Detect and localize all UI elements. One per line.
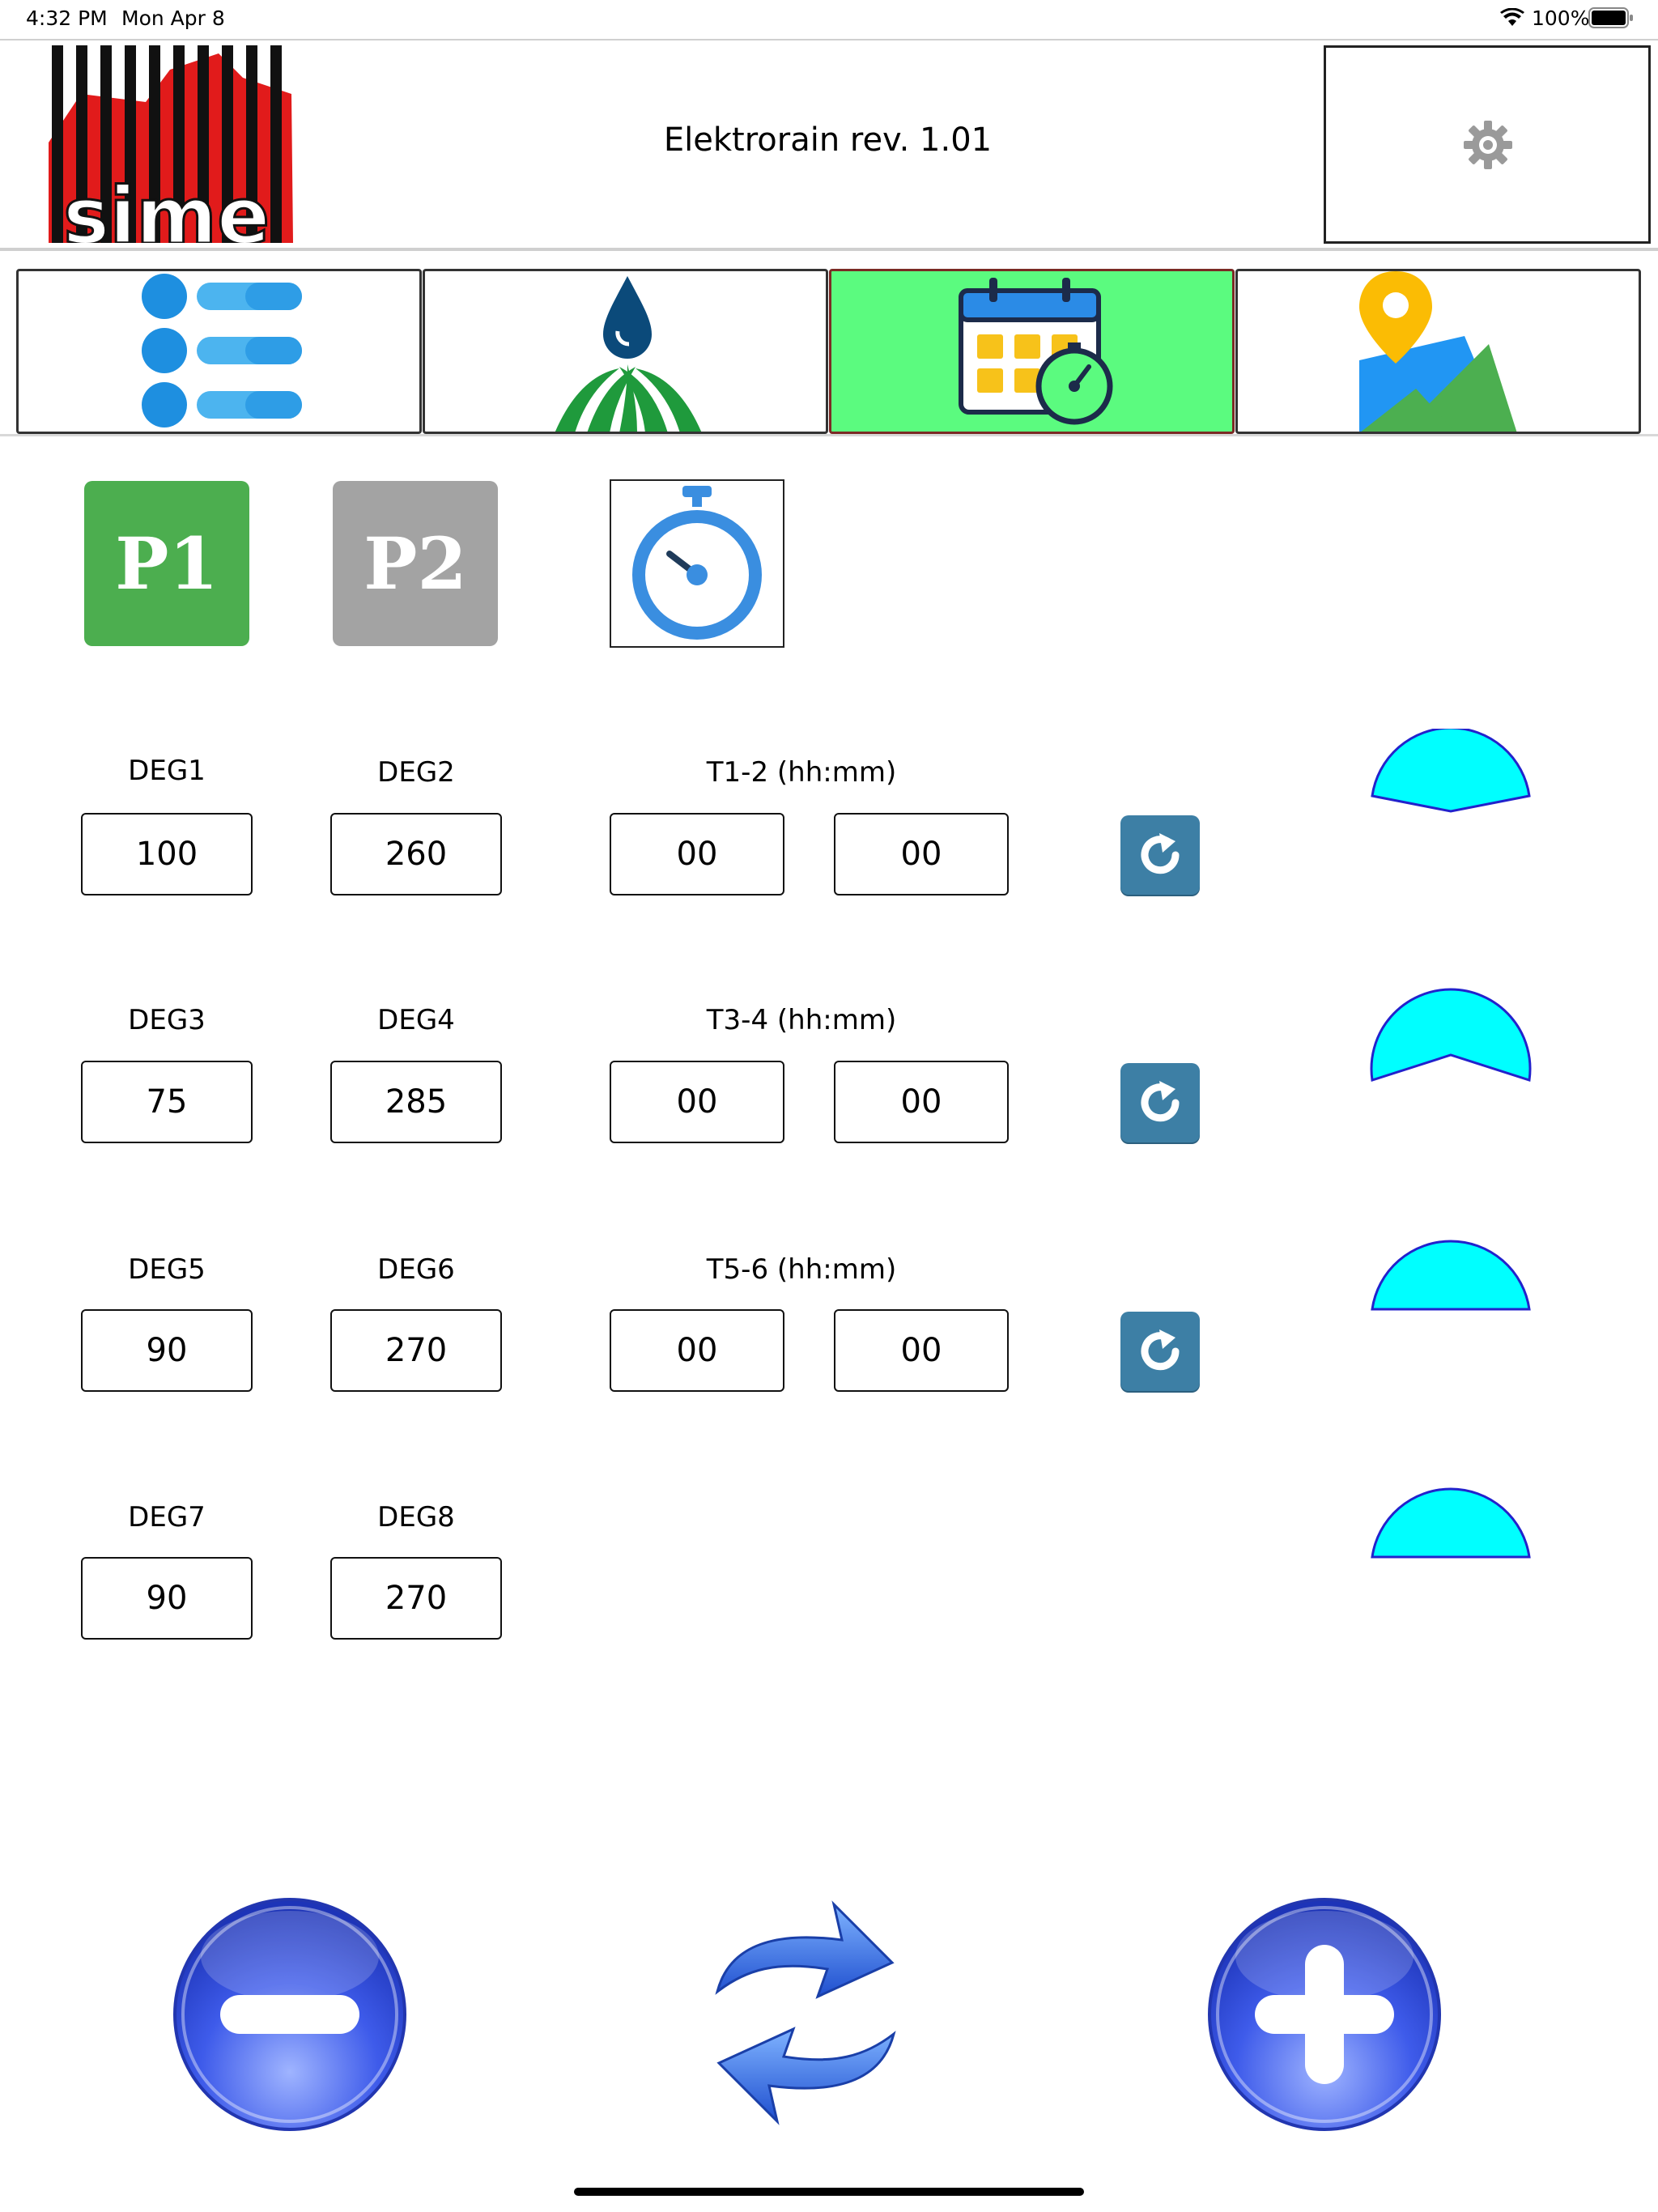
app-root: { "status_bar": { "time": "4:32 PM", "da… bbox=[0, 0, 1658, 2212]
sector-indicator-2 bbox=[1370, 988, 1532, 1082]
map-pin-icon bbox=[1359, 271, 1517, 432]
refresh-icon bbox=[1141, 833, 1180, 874]
sime-logo: sime bbox=[49, 45, 293, 243]
tab-map[interactable] bbox=[1235, 269, 1641, 434]
tab-schedule[interactable] bbox=[829, 269, 1235, 434]
settings-button[interactable] bbox=[1324, 45, 1651, 244]
deg1-label: DEG1 bbox=[128, 755, 206, 787]
stopwatch-button[interactable] bbox=[610, 479, 784, 648]
sector-indicator-4 bbox=[1371, 1487, 1531, 1559]
deg7-label: DEG7 bbox=[128, 1501, 206, 1534]
program-p2-button[interactable]: P2 bbox=[333, 481, 498, 646]
program-p1-button[interactable]: P1 bbox=[84, 481, 249, 646]
deg3-label: DEG3 bbox=[128, 1004, 206, 1036]
list-icon bbox=[142, 274, 302, 428]
deg4-field[interactable]: 285 bbox=[330, 1061, 502, 1143]
tab-irrigation[interactable] bbox=[423, 269, 828, 434]
row2-reset-button[interactable] bbox=[1120, 1063, 1200, 1142]
increment-button[interactable] bbox=[1203, 1893, 1446, 2136]
sync-arrows-icon bbox=[715, 1900, 896, 2125]
sector-indicator-3 bbox=[1371, 1240, 1531, 1311]
minus-icon bbox=[173, 1898, 406, 2131]
logo-wordmark: sime bbox=[63, 171, 270, 243]
deg7-field[interactable]: 90 bbox=[81, 1557, 253, 1640]
t34-minutes-field[interactable]: 00 bbox=[834, 1061, 1009, 1143]
deg6-field[interactable]: 270 bbox=[330, 1309, 502, 1392]
tab-row-divider bbox=[0, 434, 1658, 436]
tab-list[interactable] bbox=[16, 269, 422, 434]
row1-reset-button[interactable] bbox=[1120, 815, 1200, 895]
sector-indicator-1 bbox=[1371, 729, 1531, 813]
status-time: 4:32 PM bbox=[26, 6, 108, 30]
deg2-field[interactable]: 260 bbox=[330, 813, 502, 895]
t12-hours-field[interactable]: 00 bbox=[610, 813, 784, 895]
t56-minutes-field[interactable]: 00 bbox=[834, 1309, 1009, 1392]
t34-hours-field[interactable]: 00 bbox=[610, 1061, 784, 1143]
sync-button[interactable] bbox=[712, 1891, 899, 2134]
deg8-label: DEG8 bbox=[377, 1501, 455, 1534]
deg4-label: DEG4 bbox=[377, 1004, 455, 1036]
plus-icon bbox=[1208, 1898, 1441, 2131]
deg6-label: DEG6 bbox=[377, 1253, 455, 1286]
decrement-button[interactable] bbox=[168, 1893, 411, 2136]
deg5-field[interactable]: 90 bbox=[81, 1309, 253, 1392]
t56-hours-field[interactable]: 00 bbox=[610, 1309, 784, 1392]
gear-icon bbox=[1464, 121, 1512, 169]
refresh-icon bbox=[1141, 1329, 1180, 1371]
water-drop-grass-icon bbox=[555, 276, 702, 432]
battery-percent: 100% bbox=[1532, 6, 1590, 30]
t56-label: T5-6 (hh:mm) bbox=[706, 1253, 897, 1286]
deg2-label: DEG2 bbox=[377, 756, 455, 789]
stopwatch-icon bbox=[632, 486, 762, 640]
app-title: Elektrorain rev. 1.01 bbox=[663, 121, 993, 159]
deg3-field[interactable]: 75 bbox=[81, 1061, 253, 1143]
wifi-icon bbox=[1500, 8, 1524, 26]
row3-reset-button[interactable] bbox=[1120, 1312, 1200, 1391]
deg8-field[interactable]: 270 bbox=[330, 1557, 502, 1640]
t34-label: T3-4 (hh:mm) bbox=[706, 1004, 897, 1036]
refresh-icon bbox=[1141, 1081, 1180, 1122]
calendar-timer-icon bbox=[959, 278, 1113, 425]
deg5-label: DEG5 bbox=[128, 1253, 206, 1286]
battery-icon bbox=[1588, 7, 1633, 28]
status-date: Mon Apr 8 bbox=[121, 6, 225, 30]
t12-minutes-field[interactable]: 00 bbox=[834, 813, 1009, 895]
t12-label: T1-2 (hh:mm) bbox=[706, 756, 897, 789]
deg1-field[interactable]: 100 bbox=[81, 813, 253, 895]
home-indicator[interactable] bbox=[574, 2188, 1084, 2196]
